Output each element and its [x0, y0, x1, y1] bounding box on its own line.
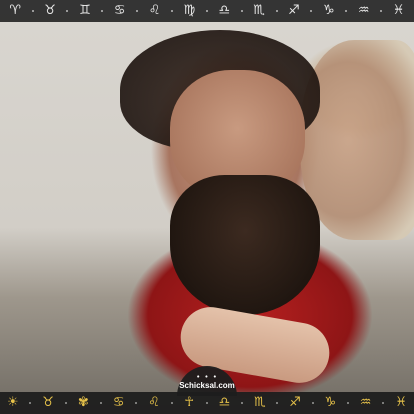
water-bearer-icon[interactable]: ♒	[357, 394, 375, 412]
capricorn-icon[interactable]: ♑	[315, 0, 343, 22]
cancer-icon[interactable]: ♋	[106, 0, 134, 22]
pisces-icon[interactable]: ♓	[384, 0, 412, 22]
separator-dot	[276, 402, 279, 404]
separator-dot	[170, 402, 173, 404]
libra-icon[interactable]: ♎	[210, 0, 238, 22]
archer-icon[interactable]: ♐	[286, 394, 304, 412]
separator-dot	[311, 402, 314, 404]
separator-dot	[241, 402, 244, 404]
angel-icon[interactable]: ☥	[180, 394, 198, 412]
separator-dot	[205, 10, 208, 12]
scorpio-icon[interactable]: ♏	[245, 0, 273, 22]
goat-icon[interactable]: ♑	[321, 394, 339, 412]
fish-icon[interactable]: ♓	[392, 394, 410, 412]
separator-dot	[64, 402, 67, 404]
bull-icon[interactable]: ♉	[39, 394, 57, 412]
logo-dots: • • •	[196, 373, 218, 381]
separator-dot	[100, 402, 103, 404]
separator-dot	[66, 10, 69, 12]
sun-icon[interactable]: ☀	[4, 394, 22, 412]
separator-dot	[136, 10, 139, 12]
sagittarius-icon[interactable]: ♐	[280, 0, 308, 22]
lion-icon[interactable]: ♌	[145, 394, 163, 412]
aries-icon[interactable]: ♈	[1, 0, 29, 22]
scales-icon[interactable]: ♎	[216, 394, 234, 412]
separator-dot	[101, 10, 104, 12]
butterfly-icon[interactable]: ✾	[74, 394, 92, 412]
separator-dot	[205, 402, 208, 404]
separator-dot	[310, 10, 313, 12]
separator-dot	[171, 10, 173, 12]
leo-icon[interactable]: ♌	[141, 0, 169, 22]
separator-dot	[29, 402, 32, 404]
separator-dot	[240, 10, 243, 12]
separator-dot	[382, 402, 385, 404]
gemini-icon[interactable]: ♊	[71, 0, 99, 22]
separator-dot	[380, 10, 383, 12]
taurus-icon[interactable]: ♉	[36, 0, 64, 22]
separator-dot	[275, 10, 278, 12]
man-beard	[170, 175, 320, 315]
aquarius-icon[interactable]: ♒	[350, 0, 378, 22]
separator-dot	[135, 402, 138, 404]
separator-dot	[31, 10, 34, 12]
couple-photo	[0, 0, 414, 414]
crab-icon[interactable]: ♋	[110, 394, 128, 412]
scorpion-icon[interactable]: ♏	[251, 394, 269, 412]
separator-dot	[346, 402, 349, 404]
separator-dot	[345, 10, 348, 12]
logo-text: Schicksal.com	[179, 381, 235, 390]
zodiac-top-bar: ♈ ♉ ♊ ♋ ♌ ♍ ♎ ♏ ♐ ♑ ♒ ♓	[0, 0, 414, 22]
virgo-icon[interactable]: ♍	[175, 0, 203, 22]
